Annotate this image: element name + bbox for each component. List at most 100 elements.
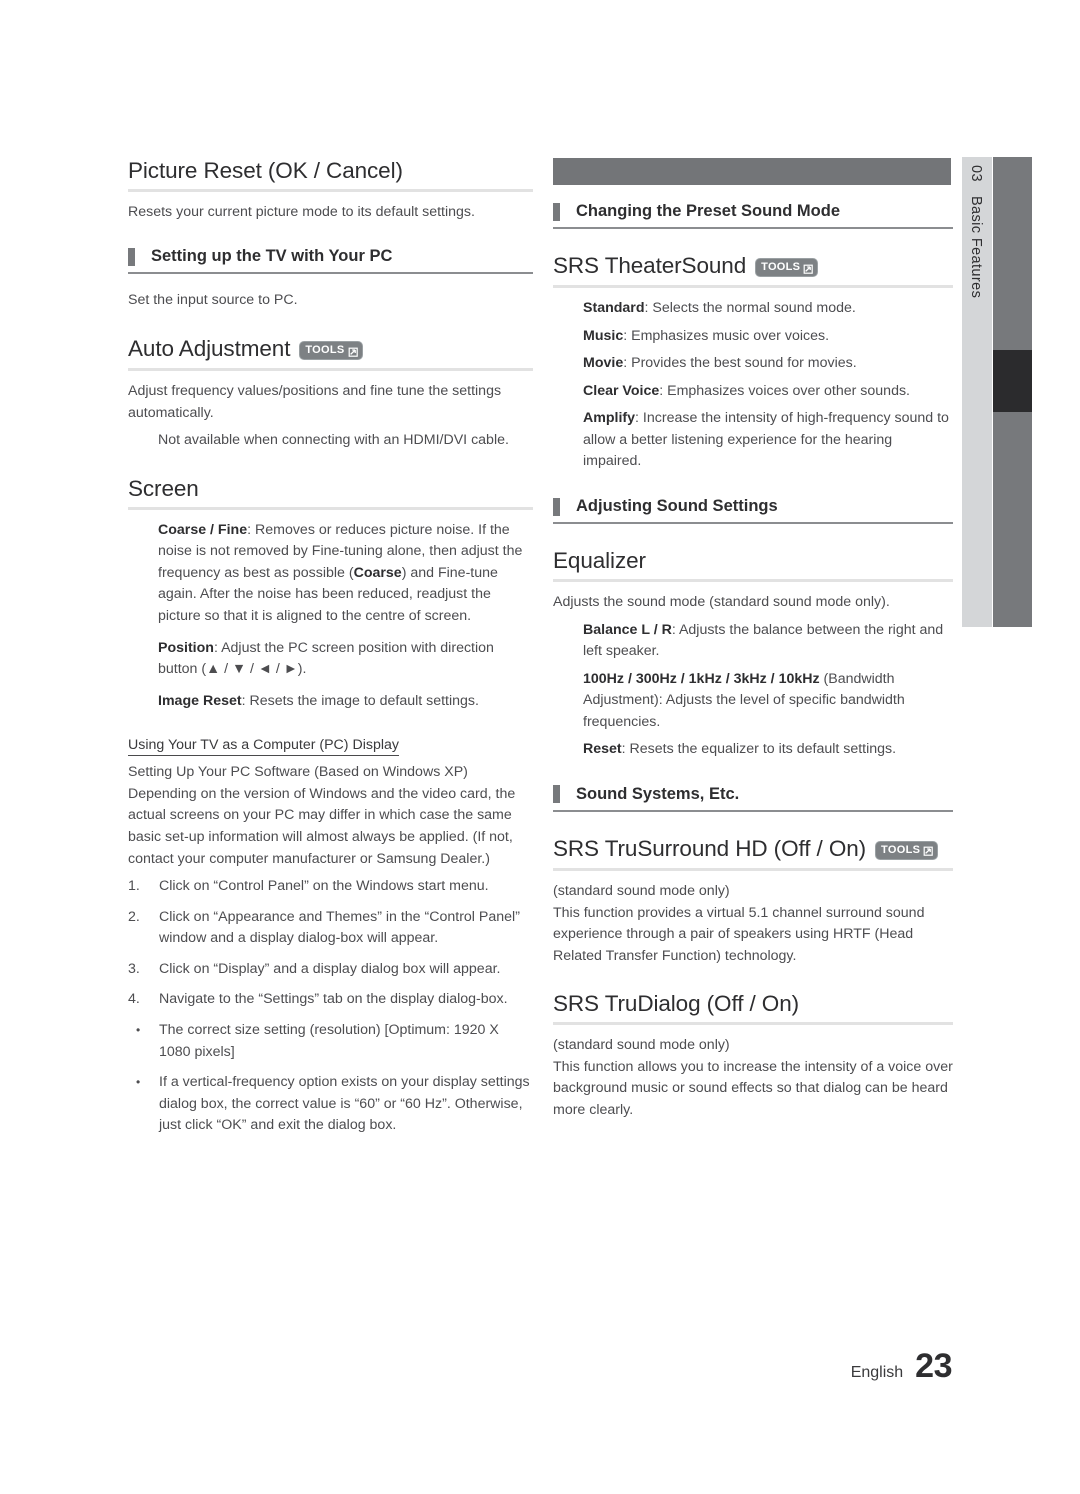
footer-language: English <box>850 1364 904 1381</box>
page-footer: English 23 <box>850 1347 953 1386</box>
tools-badge: TOOLS <box>755 258 819 277</box>
heading-marker-icon <box>553 497 560 516</box>
text-trusurround-note: (standard sound mode only) <box>553 882 730 899</box>
text-auto-adjustment-note: Not available when connecting with an HD… <box>158 432 509 449</box>
heading-equalizer-text: Equalizer <box>553 548 646 574</box>
step-number: 3. <box>128 960 140 977</box>
pc-setup-steps: 1. Click on “Control Panel” on the Windo… <box>128 876 533 1011</box>
footer-page-number: 23 <box>915 1347 952 1385</box>
text-setting-up-pc-body: Set the input source to PC. <box>128 292 298 309</box>
heading-marker-icon <box>553 785 560 804</box>
heading-preset-sound-mode: Changing the Preset Sound Mode <box>553 202 953 229</box>
heading-srs-theatersound: SRS TheaterSound TOOLS <box>553 253 953 288</box>
tools-badge-label: TOOLS <box>305 344 345 357</box>
heading-srs-trudialog-text: SRS TruDialog (Off / On) <box>553 991 800 1017</box>
text-equalizer-reset: Reset: Resets the equalizer to its defau… <box>583 739 953 761</box>
step-text: Click on “Appearance and Themes” in the … <box>159 908 520 947</box>
term-image-reset: Image Reset <box>158 692 242 709</box>
tools-badge-label: TOOLS <box>761 261 801 273</box>
step-text: Click on “Control Panel” on the Windows … <box>159 878 489 895</box>
term-clear-voice: Clear Voice <box>583 382 660 399</box>
text-sound-amplify: Amplify: Increase the intensity of high-… <box>583 408 953 473</box>
text-equalizer-balance: Balance L / R: Adjusts the balance betwe… <box>583 620 953 663</box>
bullet-text: If a vertical-frequency option exists on… <box>159 1074 530 1134</box>
section-bar-lower <box>993 412 1032 627</box>
bullet-icon: • <box>136 1075 141 1090</box>
text-image-reset-desc: : Resets the image to default settings. <box>241 692 479 709</box>
term-movie: Movie <box>583 355 624 372</box>
text-music-desc: : Emphasizes music over voices. <box>623 327 830 344</box>
text-trudialog-note: (standard sound mode only) <box>553 1037 730 1054</box>
text-auto-adjustment-body: Adjust frequency values/positions and fi… <box>128 383 502 421</box>
heading-marker-icon <box>128 247 135 266</box>
list-item: 1. Click on “Control Panel” on the Windo… <box>128 876 533 898</box>
bullet-text: The correct size setting (resolution) [O… <box>159 1022 499 1060</box>
heading-setting-up-pc-text: Setting up the TV with Your PC <box>151 247 393 266</box>
section-tab-number: 03 <box>968 165 984 182</box>
tools-enter-arrow-icon <box>921 844 934 857</box>
list-item: 4. Navigate to the “Settings” tab on the… <box>128 989 533 1011</box>
section-tab: 03 Basic Features <box>962 157 1080 627</box>
heading-srs-theatersound-text: SRS TheaterSound <box>553 253 747 278</box>
text-clear-voice-desc: : Emphasizes voices over other sounds. <box>659 382 911 399</box>
heading-auto-adjustment: Auto Adjustment TOOLS <box>128 336 533 372</box>
list-item: 3. Click on “Display” and a display dial… <box>128 959 533 981</box>
step-number: 1. <box>128 878 140 895</box>
text-reset-desc: : Resets the equalizer to its default se… <box>621 741 897 758</box>
text-sound-standard: Standard: Selects the normal sound mode. <box>583 298 953 320</box>
text-equalizer-bandwidth: 100Hz / 300Hz / 1kHz / 3kHz / 10kHz (Ban… <box>583 669 953 734</box>
heading-preset-sound-mode-text: Changing the Preset Sound Mode <box>576 202 841 220</box>
term-bandwidth: 100Hz / 300Hz / 1kHz / 3kHz / 10kHz <box>583 670 820 687</box>
text-picture-reset-body: Resets your current picture mode to its … <box>128 203 475 220</box>
text-movie-desc: : Provides the best sound for movies. <box>623 355 857 372</box>
text-sound-music: Music: Emphasizes music over voices. <box>583 326 953 348</box>
step-number: 4. <box>128 991 140 1008</box>
term-balance-lr: Balance L / R <box>583 621 672 638</box>
heading-screen: Screen <box>128 476 533 510</box>
heading-picture-reset: Picture Reset (OK / Cancel) <box>128 158 533 192</box>
step-text: Navigate to the “Settings” tab on the di… <box>159 991 508 1008</box>
left-column: Picture Reset (OK / Cancel) Resets your … <box>128 158 533 1146</box>
heading-auto-adjustment-text: Auto Adjustment <box>128 336 291 362</box>
text-pc-display-intro: Depending on the version of Windows and … <box>128 785 516 867</box>
text-equalizer-body: Adjusts the sound mode (standard sound m… <box>553 593 890 610</box>
bullet-icon: • <box>136 1023 141 1038</box>
heading-setting-up-pc: Setting up the TV with Your PC <box>128 247 533 275</box>
heading-equalizer: Equalizer <box>553 548 953 582</box>
heading-picture-reset-text: Picture Reset (OK / Cancel) <box>128 158 403 183</box>
term-music: Music <box>583 327 624 344</box>
text-trusurround-body: This function provides a virtual 5.1 cha… <box>553 904 925 964</box>
section-tab-bars <box>993 157 1032 627</box>
heading-sound-systems-text: Sound Systems, Etc. <box>576 784 740 803</box>
text-screen-image-reset: Image Reset: Resets the image to default… <box>158 691 533 713</box>
term-reset: Reset <box>583 741 622 758</box>
term-amplify: Amplify <box>583 410 636 427</box>
tools-badge-label: TOOLS <box>881 843 921 856</box>
heading-adjusting-sound: Adjusting Sound Settings <box>553 497 953 525</box>
text-pc-software-subheading: Setting Up Your PC Software (Based on Wi… <box>128 764 468 781</box>
heading-adjusting-sound-text: Adjusting Sound Settings <box>576 497 778 516</box>
heading-pc-display: Using Your TV as a Computer (PC) Display <box>128 737 399 757</box>
heading-srs-trusurround-text: SRS TruSurround HD (Off / On) <box>553 835 867 861</box>
tools-badge: TOOLS <box>875 840 939 860</box>
section-tab-label: 03 Basic Features <box>962 157 992 627</box>
heading-screen-text: Screen <box>128 475 199 501</box>
heading-sound-systems: Sound Systems, Etc. <box>553 785 953 812</box>
text-trudialog-body: This function allows you to increase the… <box>553 1058 953 1118</box>
manual-page: 03 Basic Features Picture Reset (OK / Can… <box>0 0 1080 1494</box>
list-item: • The correct size setting (resolution) … <box>128 1020 533 1063</box>
section-bar-active <box>993 350 1032 412</box>
list-item: • If a vertical-frequency option exists … <box>128 1072 533 1137</box>
text-screen-position: Position: Adjust the PC screen position … <box>158 638 533 681</box>
text-sound-clear-voice: Clear Voice: Emphasizes voices over othe… <box>583 381 953 403</box>
section-bar-upper <box>993 157 1032 350</box>
heading-srs-trusurround: SRS TruSurround HD (Off / On) TOOLS <box>553 836 953 871</box>
heading-pc-display-wrap: Using Your TV as a Computer (PC) Display <box>128 736 533 757</box>
heading-srs-trudialog: SRS TruDialog (Off / On) <box>553 991 953 1026</box>
term-coarse-fine: Coarse / Fine <box>158 521 248 538</box>
tools-badge: TOOLS <box>299 341 363 361</box>
step-number: 2. <box>128 908 140 925</box>
term-position: Position <box>158 639 214 656</box>
tools-enter-arrow-icon <box>801 262 814 274</box>
text-screen-coarse-fine: Coarse / Fine: Removes or reduces pictur… <box>158 520 533 628</box>
